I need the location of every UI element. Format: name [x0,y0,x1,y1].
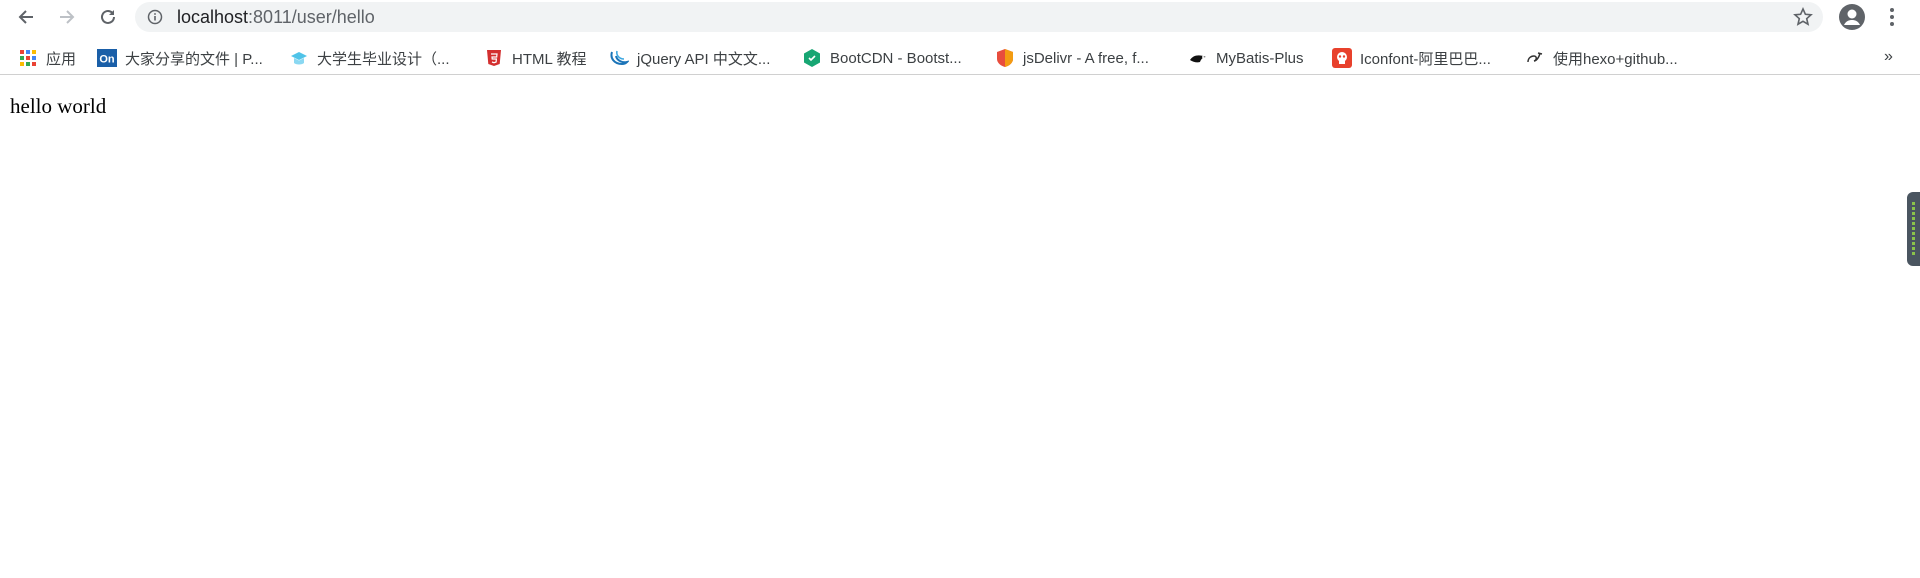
bookmark-mybatis-plus[interactable]: MyBatis-Plus [1188,47,1304,69]
more-menu-icon[interactable] [1884,7,1900,27]
bird-icon [1190,55,1206,63]
bootcdn-icon [804,49,820,67]
url-host: localhost [177,7,249,27]
bookmark-label: MyBatis-Plus [1216,49,1304,67]
browser-toolbar: localhost:8011/user/hello [0,0,1920,35]
profile-avatar-icon[interactable] [1838,3,1866,31]
jsdelivr-icon [997,49,1013,67]
site-info-icon[interactable] [147,9,163,25]
bookmark-bootcdn[interactable]: BootCDN - Bootst... [802,47,962,69]
bookmark-label: 使用hexo+github... [1553,50,1678,68]
bookmark-label: BootCDN - Bootst... [830,49,962,67]
bookmark-label: Iconfont-阿里巴巴... [1360,50,1491,68]
bookmark-label: HTML 教程 [512,50,587,68]
widget-level-bar [1912,202,1915,256]
bookmark-shared-files[interactable]: On 大家分享的文件 | P... [97,47,263,69]
hexo-icon [1527,52,1543,63]
bookmarks-overflow-button[interactable]: » [1884,48,1893,66]
html5-icon [487,50,501,66]
address-bar[interactable]: localhost:8011/user/hello [135,2,1823,32]
reload-button[interactable] [95,4,121,30]
apps-grid-icon [20,50,36,66]
bookmark-star-icon[interactable] [1793,7,1813,27]
back-arrow-icon [18,10,33,24]
bookmark-jsdelivr[interactable]: jsDelivr - A free, f... [995,47,1149,69]
bookmark-apps[interactable]: 应用 [18,47,76,69]
bookmark-label: 大学生毕业设计（... [317,50,450,68]
bookmark-label: jsDelivr - A free, f... [1023,49,1149,67]
bookmark-html-tutorial[interactable]: HTML 教程 [484,47,586,69]
bookmark-label: 大家分享的文件 | P... [125,50,263,68]
svg-text:On: On [99,54,115,66]
url-path: :8011/user/hello [248,7,375,27]
iconfont-icon [1332,48,1352,68]
bookmark-label: jQuery API 中文文... [637,50,771,68]
on-logo-icon: On [97,49,117,67]
forward-button[interactable] [54,4,80,30]
graduation-icon [291,52,307,65]
reload-icon [101,9,115,24]
bookmark-hexo-github[interactable]: 使用hexo+github... [1525,47,1678,69]
bookmark-label: 应用 [46,50,77,68]
side-extension-widget[interactable] [1907,192,1920,266]
bookmark-jquery-api[interactable]: jQuery API 中文文... [609,47,770,69]
back-button[interactable] [13,4,39,30]
jquery-icon [610,50,629,66]
url-text[interactable]: localhost:8011/user/hello [177,8,375,26]
page-content: hello world [10,94,107,118]
forward-arrow-icon [60,10,75,24]
bookmarks-bar: 应用 On 大家分享的文件 | P... 大学生毕业设计（... HTML 教程… [0,42,1920,75]
bookmark-iconfont[interactable]: Iconfont-阿里巴巴... [1332,47,1491,69]
bookmark-graduation-design[interactable]: 大学生毕业设计（... [289,47,450,69]
